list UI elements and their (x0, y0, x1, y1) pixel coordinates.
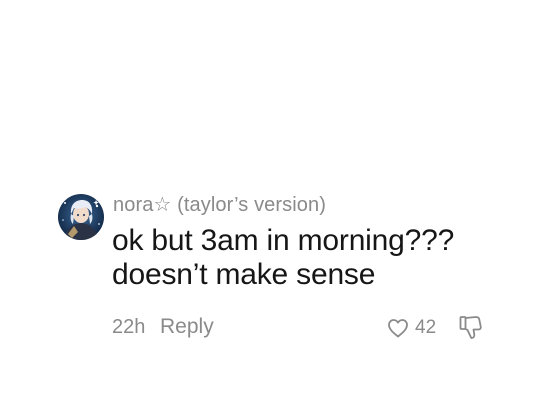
heart-outline-icon (388, 319, 408, 338)
like-count: 42 (415, 317, 437, 338)
comment-item: nora☆ (taylor’s version) ok but 3am in m… (58, 192, 518, 352)
thumbs-down-outline-icon (459, 316, 482, 339)
dislike-button[interactable] (458, 314, 486, 342)
comment-actions: 22h Reply 42 (112, 315, 532, 343)
comment-text: ok but 3am in morning??? doesn’t make se… (112, 224, 455, 291)
username[interactable]: nora☆ (taylor’s version) (113, 192, 326, 217)
reply-button[interactable]: Reply (160, 315, 214, 339)
timestamp: 22h (112, 316, 146, 338)
avatar[interactable] (58, 194, 104, 240)
like-button[interactable]: 42 (386, 314, 436, 342)
